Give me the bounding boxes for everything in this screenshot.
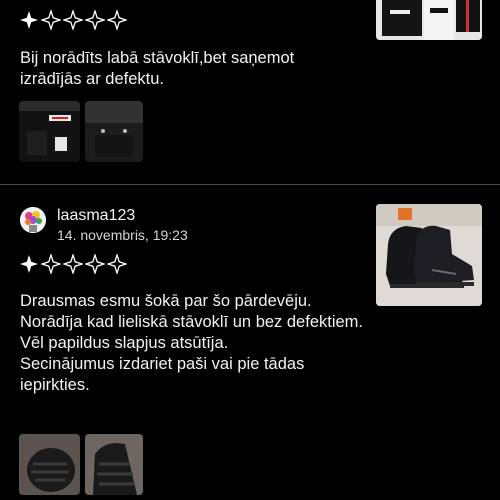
star-empty-icon <box>63 254 83 274</box>
star-empty-icon <box>41 10 61 30</box>
flower-avatar-icon <box>20 207 46 233</box>
fila-clothing-detail-photo <box>19 101 80 162</box>
star-empty-icon <box>85 254 105 274</box>
review-date: 14. novembris, 19:23 <box>57 227 188 243</box>
black-hiking-boots-photo <box>376 204 482 306</box>
username[interactable]: laasma123 <box>57 207 135 225</box>
review-photo[interactable] <box>85 434 143 495</box>
star-filled-icon <box>20 11 38 29</box>
divider <box>0 184 500 185</box>
avatar[interactable] <box>20 207 46 233</box>
review-photo[interactable] <box>19 101 80 162</box>
black-pants-pocket-photo <box>85 101 143 162</box>
item-thumbnail[interactable] <box>376 0 482 40</box>
review-photo[interactable] <box>85 101 143 162</box>
worn-sole-photo <box>19 434 80 495</box>
star-empty-icon <box>107 10 127 30</box>
fila-clothing-photo <box>376 0 482 40</box>
item-thumbnail[interactable] <box>376 204 482 306</box>
review-text: Drausmas esmu šokā par šo pārdevēju. Nor… <box>20 292 364 394</box>
star-filled-icon <box>20 255 38 273</box>
star-rating <box>19 254 127 274</box>
review-text: Bij norādīts labā stāvoklī,bet saņemot i… <box>20 49 295 88</box>
star-empty-icon <box>107 254 127 274</box>
review-photo[interactable] <box>19 434 80 495</box>
star-rating <box>19 10 127 30</box>
star-empty-icon <box>85 10 105 30</box>
star-empty-icon <box>41 254 61 274</box>
worn-sole-closeup-photo <box>85 434 143 495</box>
star-empty-icon <box>63 10 83 30</box>
